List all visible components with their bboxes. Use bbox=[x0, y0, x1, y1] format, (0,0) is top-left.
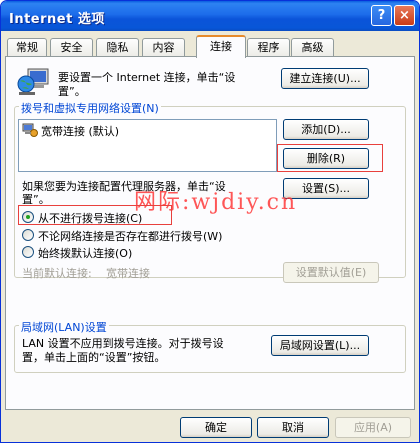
dialup-legend: 拨号和虚拟专用网络设置(N) bbox=[19, 100, 161, 116]
tab-general[interactable]: 常规 bbox=[7, 38, 47, 57]
radio-dial-whenever-label[interactable]: 不论网络连接是否存在都进行拨号(W) bbox=[38, 228, 222, 244]
ok-button[interactable]: 确定 bbox=[180, 417, 252, 438]
globe-computer-icon bbox=[17, 68, 49, 95]
radio-always-dial-label[interactable]: 始终拨默认连接(O) bbox=[38, 245, 132, 261]
setup-connection-button[interactable]: 建立连接(U)... bbox=[281, 68, 369, 89]
connections-panel: 要设置一个 Internet 连接，单击“设 置”。 建立连接(U)... 拨号… bbox=[5, 56, 415, 410]
cancel-button[interactable]: 取消 bbox=[257, 417, 329, 438]
connection-item-label[interactable]: 宽带连接 (默认) bbox=[41, 123, 119, 139]
tab-strip: 常规 安全 隐私 内容 连接 程序 高级 bbox=[5, 35, 417, 58]
apply-button[interactable]: 应用(A) bbox=[335, 417, 411, 438]
highlight-never-dial bbox=[18, 205, 172, 225]
internet-options-dialog: Internet 选项 ? × 常规 安全 隐私 内容 连接 程序 高级 要设置… bbox=[0, 0, 420, 443]
broadband-connection-icon bbox=[22, 123, 38, 137]
lan-legend: 局域网(LAN)设置 bbox=[19, 319, 109, 335]
help-button[interactable]: ? bbox=[371, 5, 392, 26]
setup-text-line2: 置”。 bbox=[58, 85, 86, 98]
tab-content[interactable]: 内容 bbox=[142, 38, 185, 57]
connection-listbox[interactable]: 宽带连接 (默认) bbox=[18, 119, 277, 172]
current-default-label: 当前默认连接: bbox=[22, 267, 92, 280]
title-bar[interactable]: Internet 选项 ? × bbox=[1, 1, 419, 31]
tab-advanced[interactable]: 高级 bbox=[291, 38, 334, 57]
radio-dial-whenever[interactable] bbox=[22, 229, 34, 241]
add-connection-button[interactable]: 添加(D)... bbox=[283, 119, 369, 140]
tab-security[interactable]: 安全 bbox=[50, 38, 93, 57]
close-button[interactable]: × bbox=[394, 5, 415, 26]
lan-settings-button[interactable]: 局域网设置(L)... bbox=[271, 335, 369, 356]
tab-privacy[interactable]: 隐私 bbox=[96, 38, 139, 57]
radio-always-dial[interactable] bbox=[22, 246, 34, 258]
highlight-remove bbox=[277, 144, 383, 172]
current-default-value: 宽带连接 bbox=[106, 267, 150, 280]
set-default-button[interactable]: 设置默认值(E) bbox=[283, 262, 379, 283]
tab-connections[interactable]: 连接 bbox=[196, 35, 246, 58]
tab-programs[interactable]: 程序 bbox=[247, 38, 290, 57]
window-title: Internet 选项 bbox=[9, 12, 105, 27]
lan-text-line2: 置，单击上面的“设置”按钮。 bbox=[22, 351, 166, 364]
